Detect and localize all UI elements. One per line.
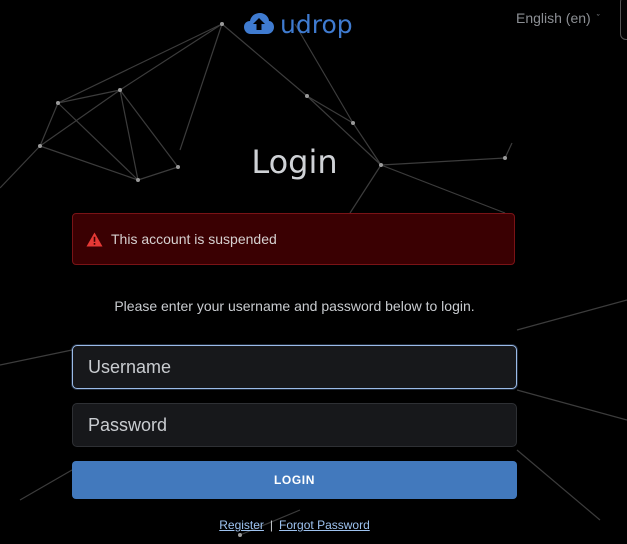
login-button[interactable]: LOGIN bbox=[72, 461, 517, 499]
link-separator: | bbox=[269, 518, 274, 532]
language-label: English (en) bbox=[516, 10, 591, 26]
forgot-password-link[interactable]: Forgot Password bbox=[279, 518, 370, 532]
login-page: udrop English (en) ˇ Login This account … bbox=[0, 0, 627, 544]
cloud-upload-icon bbox=[244, 13, 274, 34]
warning-triangle-icon bbox=[86, 232, 103, 246]
udrop-logo[interactable]: udrop bbox=[243, 8, 353, 40]
page-title: Login bbox=[251, 143, 338, 181]
chevron-down-icon: ˇ bbox=[596, 13, 600, 23]
alert-message: This account is suspended bbox=[111, 231, 277, 247]
password-input[interactable] bbox=[72, 403, 517, 447]
auth-links: Register | Forgot Password bbox=[72, 518, 517, 532]
register-link[interactable]: Register bbox=[219, 518, 264, 532]
language-selector[interactable]: English (en) ˇ bbox=[516, 8, 600, 28]
brand-name: udrop bbox=[280, 9, 353, 39]
suspended-alert: This account is suspended bbox=[72, 213, 515, 265]
partial-header-button[interactable] bbox=[620, 0, 627, 40]
username-input[interactable] bbox=[72, 345, 517, 389]
login-instruction: Please enter your username and password … bbox=[114, 298, 475, 314]
